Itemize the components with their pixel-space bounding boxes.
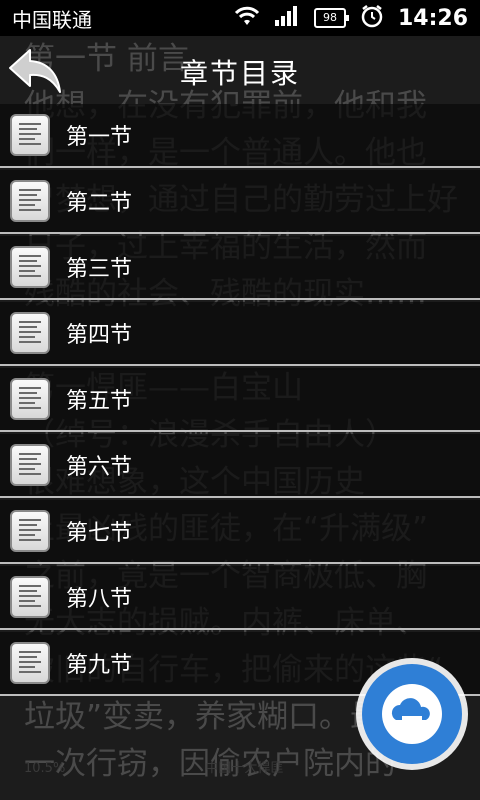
status-icons: 98 14:26: [234, 4, 468, 32]
signal-icon: [274, 5, 300, 31]
back-button[interactable]: [8, 46, 68, 98]
chapter-item[interactable]: 第一节: [0, 104, 480, 168]
book-title: 中国十大悍匪: [205, 761, 284, 776]
title-bar: 章节目录: [0, 36, 480, 108]
document-icon: [10, 180, 50, 222]
chapter-item[interactable]: 第七节: [0, 500, 480, 564]
chapter-label: 第七节: [66, 521, 133, 546]
document-icon: [10, 444, 50, 486]
document-icon: [10, 246, 50, 288]
reader-screen: 第一节 前言他想，在没有犯罪前，他和我们一样，是一个普通人。他也曾梦想，通过自己…: [0, 0, 480, 800]
document-icon: [10, 576, 50, 618]
status-bar: 中国联通 98 14:26: [0, 0, 480, 36]
chapter-item[interactable]: 第五节: [0, 368, 480, 432]
wifi-icon: [234, 5, 260, 31]
back-arrow-icon: [9, 49, 61, 93]
chapter-list: 第一节 第二节 第三节 第四节 第五节 第六节 第七节 第八节 第九节: [0, 104, 480, 698]
chapter-item[interactable]: 第六节: [0, 434, 480, 498]
app-market-watermark: [352, 654, 472, 774]
page-title: 章节目录: [179, 57, 300, 90]
chapter-item[interactable]: 第二节: [0, 170, 480, 234]
document-icon: [10, 642, 50, 684]
clock: 14:26: [397, 5, 468, 31]
chapter-label: 第五节: [66, 389, 133, 414]
chapter-item[interactable]: 第四节: [0, 302, 480, 366]
document-icon: [10, 510, 50, 552]
carrier-name: 中国联通: [12, 7, 92, 32]
chapter-label: 第四节: [66, 323, 133, 348]
chapter-label: 第一节: [66, 125, 133, 150]
chapter-label: 第九节: [66, 653, 133, 678]
reading-progress: 10.5%: [24, 761, 66, 776]
chapter-label: 第二节: [66, 191, 133, 216]
document-icon: [10, 114, 50, 156]
battery-icon: 98: [313, 8, 349, 28]
chapter-label: 第八节: [66, 587, 133, 612]
document-icon: [10, 378, 50, 420]
chapter-item[interactable]: 第三节: [0, 236, 480, 300]
chapter-label: 第六节: [66, 455, 133, 480]
chapter-item[interactable]: 第八节: [0, 566, 480, 630]
document-icon: [10, 312, 50, 354]
alarm-clock-icon: [360, 4, 384, 32]
chapter-label: 第三节: [66, 257, 133, 282]
